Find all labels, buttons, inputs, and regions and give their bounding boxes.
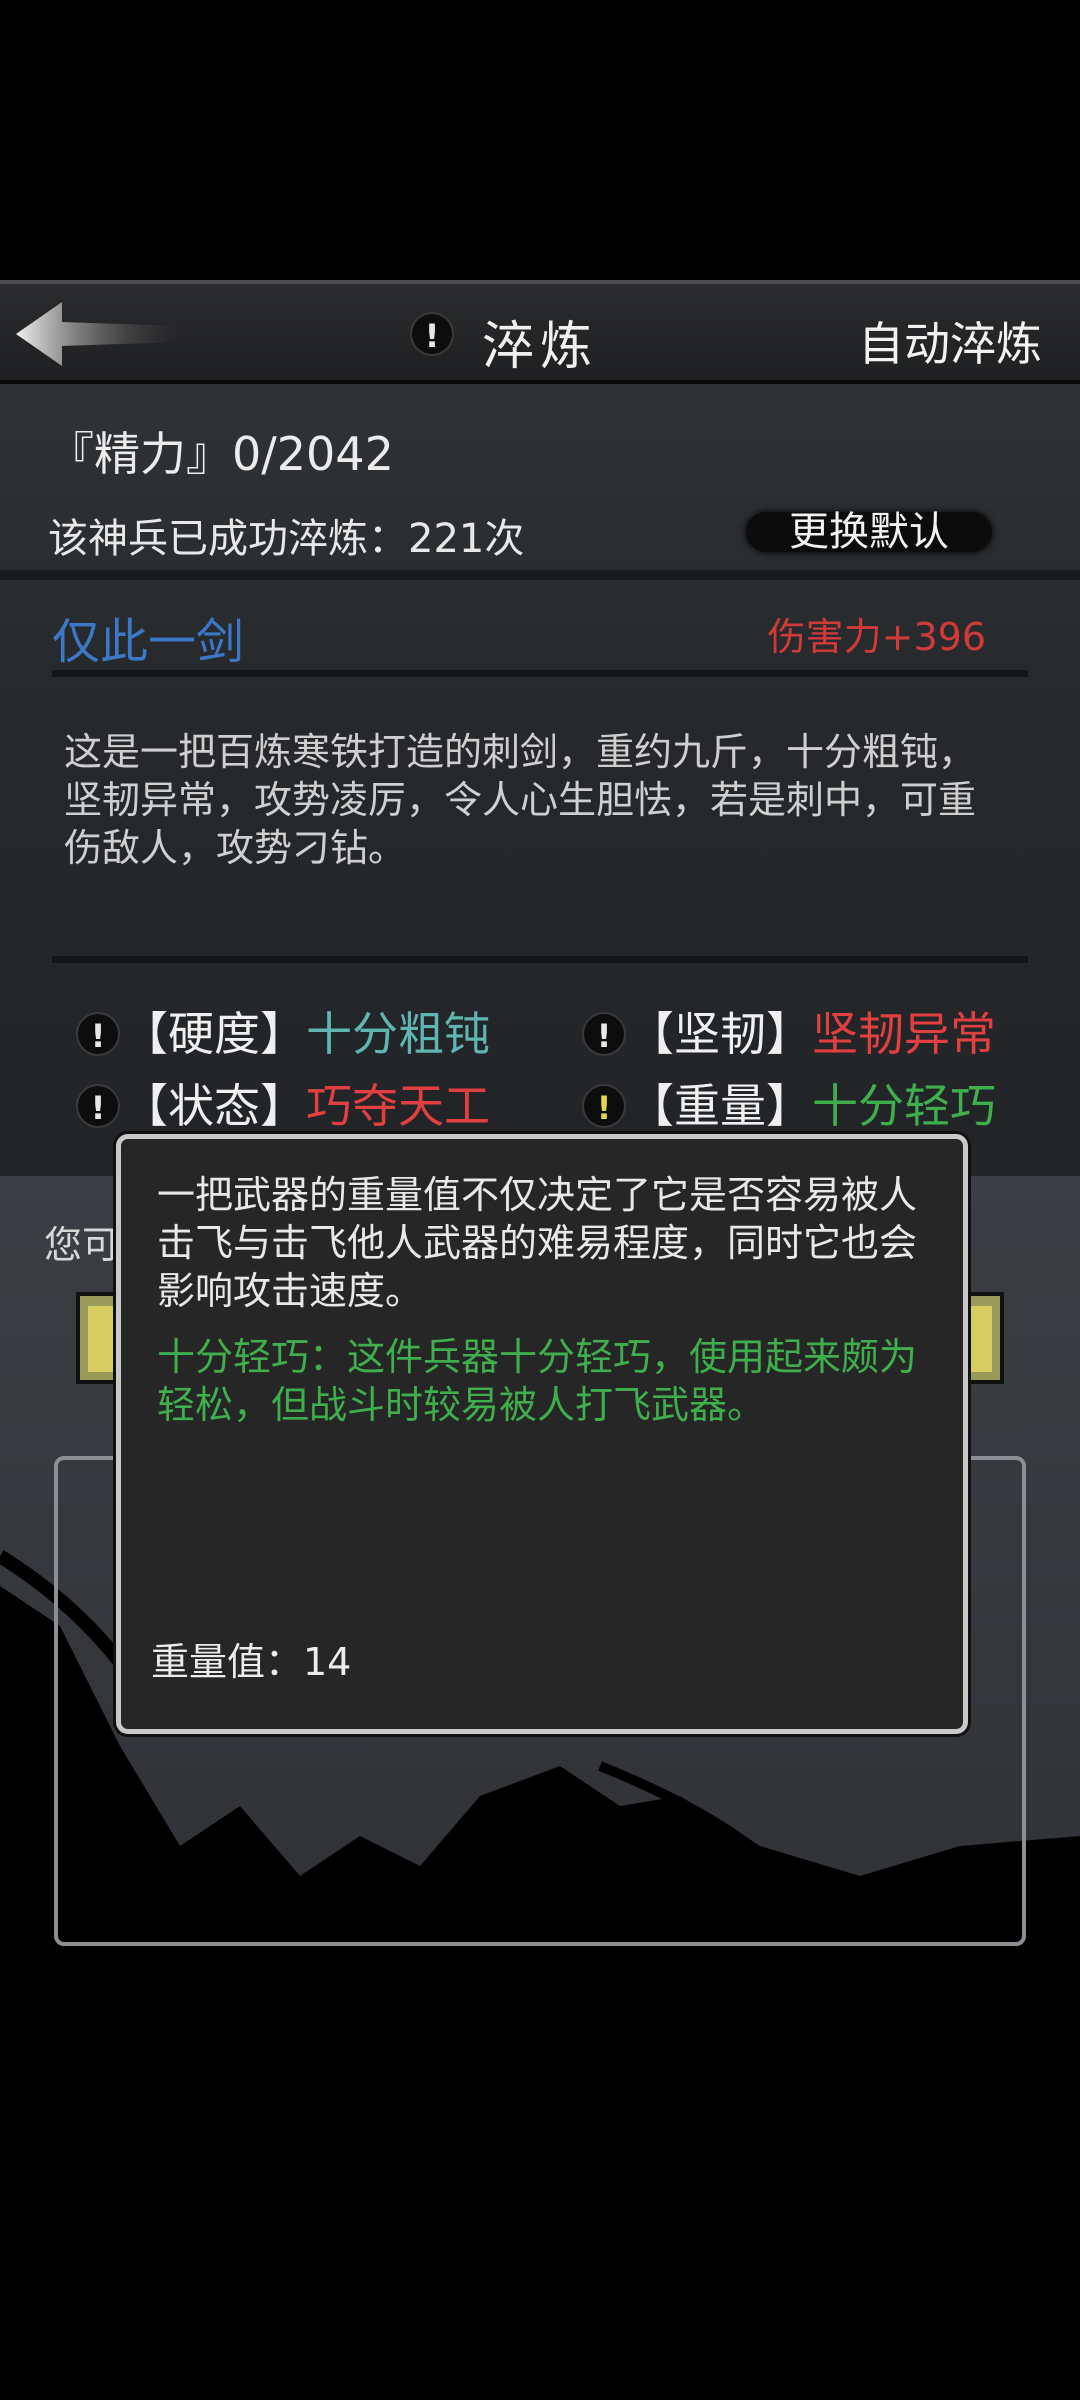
attribute-toughness[interactable]: ! 【坚韧】坚韧异常 (582, 1002, 996, 1066)
refine-success-count: 该神兵已成功淬炼：221次 (48, 516, 525, 562)
back-arrow-icon[interactable] (14, 298, 184, 370)
attribute-value: 坚韧异常 (812, 1007, 996, 1061)
page-title: 淬炼 (482, 317, 599, 377)
auto-refine-button[interactable]: 自动淬炼 (858, 308, 1042, 374)
info-icon[interactable]: ! (76, 1011, 120, 1056)
top-bar: ! 淬炼 自动淬炼 (0, 280, 1080, 384)
energy-counter: 『精力』0/2042 (48, 427, 394, 481)
weight-value: 重量值：14 (151, 1640, 352, 1684)
attribute-value: 巧夺天工 (306, 1079, 490, 1133)
divider (52, 670, 1028, 677)
info-icon[interactable]: ! (410, 312, 454, 356)
weapon-panel: 『精力』0/2042 该神兵已成功淬炼：221次 更换默认 仅此一剑 伤害力+3… (0, 384, 1080, 1176)
info-icon-highlighted[interactable]: ! (582, 1083, 626, 1128)
weapon-description: 这是一把百炼寒铁打造的刺剑，重约九斤，十分粗钝，坚韧异常，攻势凌厉，令人心生胆怯… (64, 730, 977, 870)
tooltip-effect: 十分轻巧：这件兵器十分轻巧，使用起来颇为轻松，但战斗时较易被人打飞武器。 (157, 1335, 918, 1427)
weapon-name: 仅此一剑 (52, 614, 245, 670)
info-icon[interactable]: ! (76, 1083, 120, 1128)
attribute-label: 【重量】 (628, 1079, 812, 1133)
divider (0, 570, 1080, 580)
divider (52, 956, 1028, 963)
attribute-hardness[interactable]: ! 【硬度】十分粗钝 (76, 1002, 490, 1066)
attribute-value: 十分轻巧 (812, 1079, 996, 1133)
hint-text: 您可 (44, 1223, 121, 1267)
refine-screen: ! 淬炼 自动淬炼 『精力』0/2042 该神兵已成功淬炼：221次 更换默认 … (0, 0, 1080, 2400)
attribute-label: 【坚韧】 (628, 1007, 812, 1061)
change-default-button[interactable]: 更换默认 (746, 512, 992, 552)
attribute-weight[interactable]: ! 【重量】十分轻巧 (582, 1074, 996, 1138)
tooltip-description: 一把武器的重量值不仅决定了它是否容易被人击飞与击飞他人武器的难易程度，同时它也会… (157, 1173, 918, 1313)
attribute-label: 【状态】 (122, 1079, 306, 1133)
attribute-label: 【硬度】 (122, 1007, 306, 1061)
attribute-value: 十分粗钝 (306, 1007, 490, 1061)
info-icon[interactable]: ! (582, 1011, 626, 1056)
weight-tooltip: 一把武器的重量值不仅决定了它是否容易被人击飞与击飞他人武器的难易程度，同时它也会… (116, 1134, 968, 1734)
damage-stat: 伤害力+396 (767, 615, 986, 659)
attribute-condition[interactable]: ! 【状态】巧夺天工 (76, 1074, 490, 1138)
